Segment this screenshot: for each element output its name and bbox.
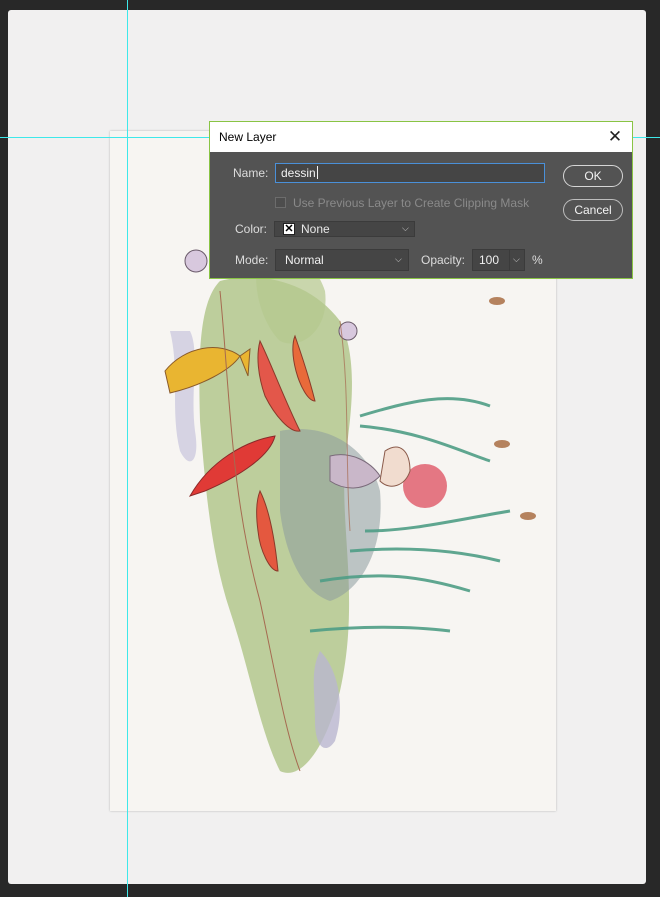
name-input-value: dessin xyxy=(281,166,316,180)
chevron-down-icon: ⌵ xyxy=(395,254,402,264)
opacity-value: 100 xyxy=(479,253,500,267)
x-swatch-icon: ✕ xyxy=(283,223,295,235)
opacity-dropdown[interactable]: ⌵ xyxy=(509,249,525,271)
clipping-mask-checkbox[interactable] xyxy=(275,197,286,208)
mode-select[interactable]: Normal ⌵ xyxy=(275,249,409,271)
text-caret xyxy=(316,166,318,179)
opacity-input[interactable]: 100 xyxy=(472,249,512,271)
name-label: Name: xyxy=(233,166,269,180)
mode-label: Mode: xyxy=(235,253,269,267)
cancel-button[interactable]: Cancel xyxy=(563,199,623,221)
vertical-guide[interactable] xyxy=(127,0,128,897)
dialog-title: New Layer xyxy=(219,130,277,144)
color-select[interactable]: ✕ None ⌵ xyxy=(274,221,415,237)
ok-button[interactable]: OK xyxy=(563,165,623,187)
dialog-titlebar[interactable]: New Layer ✕ xyxy=(210,122,632,152)
color-label: Color: xyxy=(235,222,268,236)
new-layer-dialog: New Layer ✕ Name: dessin Use Previous La… xyxy=(209,121,633,279)
opacity-unit: % xyxy=(532,253,543,267)
close-icon[interactable]: ✕ xyxy=(604,126,626,148)
chevron-down-icon: ⌵ xyxy=(402,223,409,233)
chevron-down-icon: ⌵ xyxy=(513,254,520,264)
color-select-value: None xyxy=(301,222,330,236)
clipping-mask-label: Use Previous Layer to Create Clipping Ma… xyxy=(293,196,530,210)
mode-select-value: Normal xyxy=(285,253,324,267)
opacity-label: Opacity: xyxy=(421,253,466,267)
name-input[interactable]: dessin xyxy=(275,163,545,183)
